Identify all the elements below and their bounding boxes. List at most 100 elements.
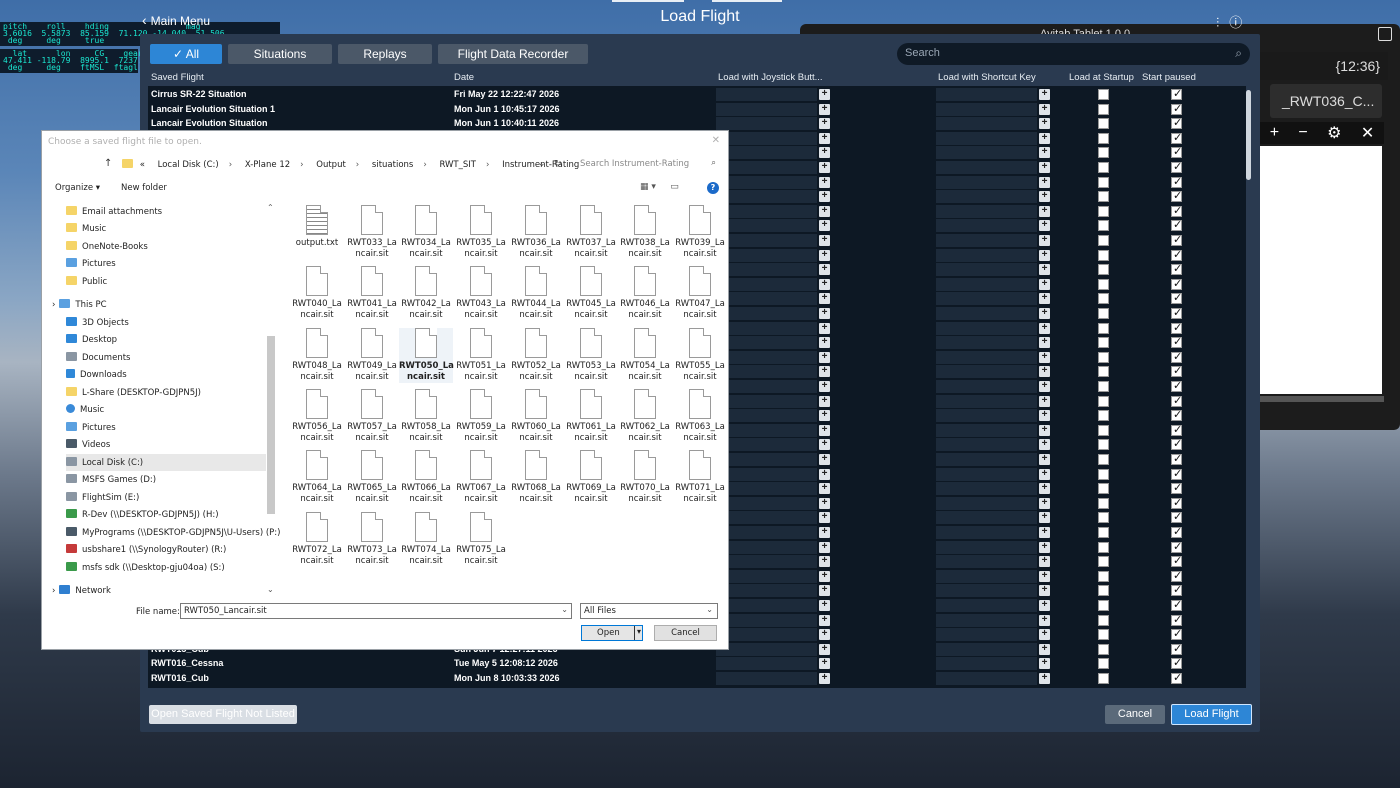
start-paused-checkbox[interactable] xyxy=(1171,175,1182,188)
add-joystick-binding-button[interactable]: + xyxy=(819,352,830,363)
add-shortcut-binding-button[interactable]: + xyxy=(1039,644,1050,655)
add-shortcut-binding-button[interactable]: + xyxy=(1039,512,1050,523)
preview-pane-icon[interactable]: ▭ xyxy=(670,182,679,192)
start-paused-checkbox[interactable] xyxy=(1171,423,1182,436)
joystick-binding-field[interactable] xyxy=(716,380,817,393)
breadcrumb-item[interactable]: Output xyxy=(316,160,346,170)
tree-item[interactable]: Music xyxy=(66,220,266,237)
joystick-binding-field[interactable] xyxy=(716,657,817,670)
breadcrumb-item[interactable]: situations xyxy=(372,160,413,170)
start-paused-checkbox[interactable] xyxy=(1171,656,1182,669)
joystick-binding-field[interactable] xyxy=(716,628,817,641)
shortcut-binding-field[interactable] xyxy=(936,511,1037,524)
close-icon[interactable]: ✕ xyxy=(712,135,720,146)
shortcut-binding-field[interactable] xyxy=(936,219,1037,232)
file-item[interactable]: RWT065_La ncair.sit xyxy=(345,450,399,505)
add-joystick-binding-button[interactable]: + xyxy=(819,673,830,684)
search-input[interactable]: Search ⌕ xyxy=(897,43,1250,65)
load-at-startup-checkbox[interactable] xyxy=(1098,600,1109,611)
add-joystick-binding-button[interactable]: + xyxy=(819,556,830,567)
tab-replays[interactable]: Replays xyxy=(338,44,432,64)
load-at-startup-checkbox[interactable] xyxy=(1098,396,1109,407)
shortcut-binding-field[interactable] xyxy=(936,278,1037,291)
add-joystick-binding-button[interactable]: + xyxy=(819,527,830,538)
load-at-startup-checkbox[interactable] xyxy=(1098,220,1109,231)
file-type-select[interactable]: All Files ⌄ xyxy=(580,603,718,619)
tree-item[interactable]: › This PC xyxy=(52,296,266,313)
load-at-startup-checkbox[interactable] xyxy=(1098,177,1109,188)
help-icon[interactable]: ? xyxy=(707,182,719,194)
joystick-binding-field[interactable] xyxy=(716,351,817,364)
tree-item[interactable]: Music xyxy=(66,401,266,418)
file-item[interactable]: RWT049_La ncair.sit xyxy=(345,328,399,383)
close-icon[interactable]: ✕ xyxy=(1361,123,1374,143)
shortcut-binding-field[interactable] xyxy=(936,468,1037,481)
file-item[interactable]: RWT037_La ncair.sit xyxy=(564,205,618,260)
add-shortcut-binding-button[interactable]: + xyxy=(1039,118,1050,129)
add-shortcut-binding-button[interactable]: + xyxy=(1039,89,1050,100)
shortcut-binding-field[interactable] xyxy=(936,643,1037,656)
shortcut-binding-field[interactable] xyxy=(936,555,1037,568)
joystick-binding-field[interactable] xyxy=(716,482,817,495)
start-paused-checkbox[interactable] xyxy=(1171,540,1182,553)
start-paused-checkbox[interactable] xyxy=(1171,87,1182,100)
scroll-down-icon[interactable]: ⌄ xyxy=(267,585,274,594)
add-joystick-binding-button[interactable]: + xyxy=(819,600,830,611)
start-paused-checkbox[interactable] xyxy=(1171,525,1182,538)
file-item[interactable]: RWT036_La ncair.sit xyxy=(509,205,563,260)
joystick-binding-field[interactable] xyxy=(716,614,817,627)
tree-item[interactable]: MSFS Games (D:) xyxy=(66,471,266,488)
chevron-right-icon[interactable]: › xyxy=(52,586,55,596)
load-at-startup-checkbox[interactable] xyxy=(1098,439,1109,450)
add-joystick-binding-button[interactable]: + xyxy=(819,118,830,129)
shortcut-binding-field[interactable] xyxy=(936,424,1037,437)
shortcut-binding-field[interactable] xyxy=(936,103,1037,116)
joystick-binding-field[interactable] xyxy=(716,453,817,466)
tree-item[interactable]: usbshare1 (\\SynologyRouter) (R:) xyxy=(66,541,266,558)
start-paused-checkbox[interactable] xyxy=(1171,452,1182,465)
tab-flight-data-recorder[interactable]: Flight Data Recorder xyxy=(438,44,588,64)
start-paused-checkbox[interactable] xyxy=(1171,350,1182,363)
load-at-startup-checkbox[interactable] xyxy=(1098,644,1109,655)
load-at-startup-checkbox[interactable] xyxy=(1098,250,1109,261)
start-paused-checkbox[interactable] xyxy=(1171,145,1182,158)
shortcut-binding-field[interactable] xyxy=(936,614,1037,627)
joystick-binding-field[interactable] xyxy=(716,336,817,349)
add-joystick-binding-button[interactable]: + xyxy=(819,162,830,173)
file-item[interactable]: RWT074_La ncair.sit xyxy=(399,512,453,567)
tree-item[interactable]: Email attachments xyxy=(66,203,266,220)
start-paused-checkbox[interactable] xyxy=(1171,262,1182,275)
file-item[interactable]: RWT050_La ncair.sit xyxy=(399,328,454,383)
start-paused-checkbox[interactable] xyxy=(1171,496,1182,509)
add-shortcut-binding-button[interactable]: + xyxy=(1039,658,1050,669)
start-paused-checkbox[interactable] xyxy=(1171,569,1182,582)
joystick-binding-field[interactable] xyxy=(716,146,817,159)
shortcut-binding-field[interactable] xyxy=(936,234,1037,247)
start-paused-checkbox[interactable] xyxy=(1171,131,1182,144)
file-item[interactable]: RWT059_La ncair.sit xyxy=(454,389,508,444)
tree-item[interactable]: Pictures xyxy=(66,419,266,436)
zoom-out-icon[interactable]: − xyxy=(1298,124,1307,142)
tree-item[interactable]: OneNote-Books xyxy=(66,238,266,255)
tree-item[interactable]: Downloads xyxy=(66,366,266,383)
add-joystick-binding-button[interactable]: + xyxy=(819,454,830,465)
shortcut-binding-field[interactable] xyxy=(936,205,1037,218)
column-header-date[interactable]: Date xyxy=(454,72,474,83)
add-joystick-binding-button[interactable]: + xyxy=(819,483,830,494)
add-shortcut-binding-button[interactable]: + xyxy=(1039,177,1050,188)
add-joystick-binding-button[interactable]: + xyxy=(819,206,830,217)
add-joystick-binding-button[interactable]: + xyxy=(819,235,830,246)
add-shortcut-binding-button[interactable]: + xyxy=(1039,454,1050,465)
load-at-startup-checkbox[interactable] xyxy=(1098,658,1109,669)
joystick-binding-field[interactable] xyxy=(716,599,817,612)
file-item[interactable]: RWT048_La ncair.sit xyxy=(290,328,344,383)
add-shortcut-binding-button[interactable]: + xyxy=(1039,410,1050,421)
start-paused-checkbox[interactable] xyxy=(1171,218,1182,231)
start-paused-checkbox[interactable] xyxy=(1171,598,1182,611)
zoom-in-icon[interactable]: + xyxy=(1270,124,1279,142)
open-button[interactable]: Open ▾ xyxy=(581,625,643,641)
add-joystick-binding-button[interactable]: + xyxy=(819,615,830,626)
file-item[interactable]: RWT064_La ncair.sit xyxy=(290,450,344,505)
view-options-icon[interactable]: ▦ ▾ xyxy=(640,182,656,192)
shortcut-binding-field[interactable] xyxy=(936,657,1037,670)
